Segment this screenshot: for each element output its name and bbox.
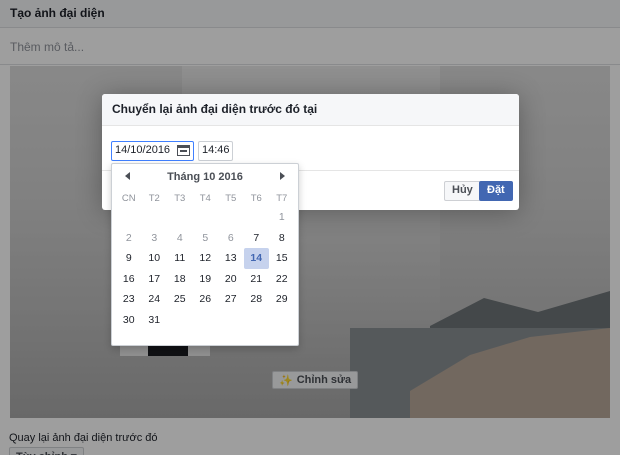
weekday-header: T4 <box>199 193 211 204</box>
date-value: 14/10/2016 <box>115 144 171 156</box>
calendar-day[interactable]: 9 <box>116 248 142 269</box>
calendar-day[interactable]: 20 <box>218 269 244 290</box>
date-time-row: 14/10/2016 14:46 <box>111 141 233 161</box>
cancel-button[interactable]: Hủy <box>444 181 481 201</box>
weekday-header: CN <box>121 193 136 204</box>
prev-month-icon[interactable] <box>125 172 130 180</box>
next-month-icon[interactable] <box>280 172 285 180</box>
calendar-empty-cell <box>167 207 193 228</box>
calendar-day[interactable]: 13 <box>218 248 244 269</box>
dialog-title: Chuyển lại ảnh đại diện trước đó tại <box>102 94 519 126</box>
calendar-month-title: Tháng 10 2016 <box>167 171 243 183</box>
calendar-day[interactable]: 25 <box>167 289 193 310</box>
calendar-empty-cell <box>269 310 295 331</box>
calendar-day[interactable]: 19 <box>193 269 219 290</box>
calendar-day[interactable]: 16 <box>116 269 142 290</box>
calendar-day[interactable]: 7 <box>244 228 270 249</box>
time-input[interactable]: 14:46 <box>198 141 233 161</box>
calendar-day[interactable]: 14 <box>243 248 269 269</box>
calendar-empty-cell <box>193 207 219 228</box>
calendar-empty-cell <box>167 310 193 331</box>
calendar-day[interactable]: 22 <box>269 269 295 290</box>
set-button[interactable]: Đặt <box>479 181 513 201</box>
calendar-day[interactable]: 6 <box>218 228 244 249</box>
weekday-header: T7 <box>276 193 288 204</box>
calendar-header: Tháng 10 2016 <box>112 164 298 190</box>
calendar-day[interactable]: 8 <box>269 228 295 249</box>
calendar-empty-cell <box>116 207 142 228</box>
weekday-header: T2 <box>148 193 160 204</box>
calendar-day[interactable]: 18 <box>167 269 193 290</box>
calendar-empty-cell <box>142 207 168 228</box>
weekday-header: T3 <box>174 193 186 204</box>
modal-overlay <box>0 0 620 455</box>
calendar-empty-cell <box>218 207 244 228</box>
calendar-day[interactable]: 11 <box>167 248 193 269</box>
calendar-empty-cell <box>244 207 270 228</box>
calendar-day[interactable]: 15 <box>269 248 295 269</box>
calendar-day[interactable]: 26 <box>193 289 219 310</box>
calendar-day[interactable]: 23 <box>116 289 142 310</box>
calendar-day[interactable]: 27 <box>218 289 244 310</box>
calendar-day[interactable]: 10 <box>142 248 168 269</box>
calendar-day[interactable]: 29 <box>269 289 295 310</box>
date-input[interactable]: 14/10/2016 <box>111 141 194 161</box>
calendar-day[interactable]: 12 <box>193 248 219 269</box>
calendar-day[interactable]: 17 <box>142 269 168 290</box>
calendar-day[interactable]: 28 <box>244 289 270 310</box>
weekday-header: T6 <box>250 193 262 204</box>
calendar-day[interactable]: 2 <box>116 228 142 249</box>
calendar-empty-cell <box>244 310 270 331</box>
calendar-day[interactable]: 30 <box>116 310 142 331</box>
calendar-day[interactable]: 24 <box>142 289 168 310</box>
calendar-empty-cell <box>218 310 244 331</box>
calendar-day[interactable]: 4 <box>167 228 193 249</box>
calendar-icon[interactable] <box>177 145 190 156</box>
calendar-day[interactable]: 3 <box>142 228 168 249</box>
date-picker: Tháng 10 2016 CN T2 T3 T4 T5 T6 T7 1 2 3 4 5 6 7 8 9 10 1… <box>111 163 299 346</box>
calendar-grid: CN T2 T3 T4 T5 T6 T7 1 2 3 4 5 6 7 8 9 10 11 12 13 14 15 16 17 1… <box>116 190 298 331</box>
calendar-day[interactable]: 21 <box>244 269 270 290</box>
calendar-day[interactable]: 1 <box>269 207 295 228</box>
weekday-header: T5 <box>225 193 237 204</box>
calendar-day[interactable]: 5 <box>193 228 219 249</box>
calendar-day[interactable]: 31 <box>142 310 168 331</box>
calendar-empty-cell <box>193 310 219 331</box>
